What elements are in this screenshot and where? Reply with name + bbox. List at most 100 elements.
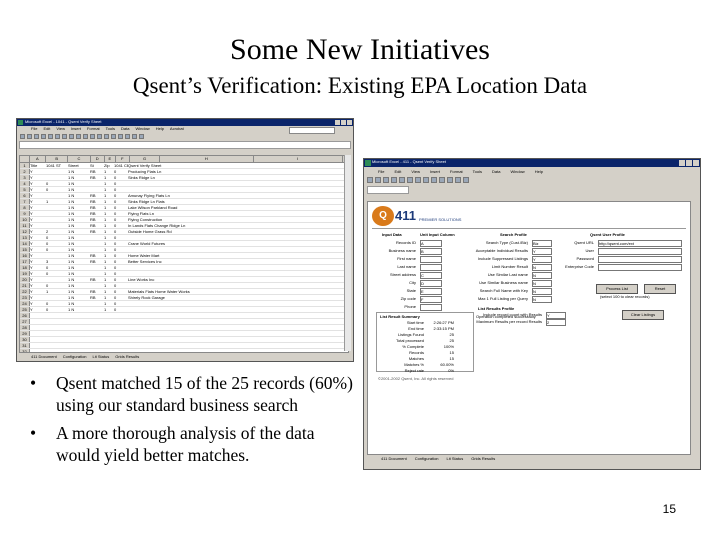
copy-icon[interactable]	[69, 133, 74, 139]
table-cell[interactable]	[46, 175, 68, 180]
table-cell[interactable]: Y	[30, 289, 46, 294]
table-cell[interactable]: RB	[90, 289, 104, 294]
table-cell[interactable]: Lake Wilson Parkland Road	[128, 205, 254, 210]
table-cell[interactable]: 1 N	[68, 307, 90, 312]
table-cell[interactable]	[46, 193, 68, 198]
table-cell[interactable]: 3	[46, 259, 68, 264]
table-cell[interactable]	[254, 319, 344, 324]
table-cell[interactable]: 1 N	[68, 193, 90, 198]
table-cell[interactable]: 0	[114, 205, 128, 210]
table-cell[interactable]	[114, 325, 128, 330]
save-icon[interactable]	[383, 177, 389, 183]
table-cell[interactable]	[254, 295, 344, 300]
table-cell[interactable]	[128, 349, 254, 352]
table-cell[interactable]: RB	[90, 193, 104, 198]
table-cell[interactable]	[254, 247, 344, 252]
table-cell[interactable]: 0	[114, 247, 128, 252]
clear-listings-button[interactable]: Clear Listings	[622, 310, 664, 320]
table-cell[interactable]: 1	[104, 247, 114, 252]
table-cell[interactable]: 1 N	[68, 241, 90, 246]
table-cell[interactable]: 1	[104, 265, 114, 270]
minimize-icon[interactable]	[335, 120, 340, 125]
search-profile-value[interactable]: Biz	[532, 240, 552, 247]
table-cell[interactable]	[68, 313, 90, 318]
table-cell[interactable]: 1 N	[68, 277, 90, 282]
table-cell[interactable]	[90, 235, 104, 240]
table-cell[interactable]	[90, 181, 104, 186]
table-cell[interactable]: 1 N	[68, 289, 90, 294]
table-cell[interactable]: RB	[90, 169, 104, 174]
table-cell[interactable]	[46, 313, 68, 318]
chart-icon[interactable]	[447, 177, 453, 183]
input-field-value[interactable]: C	[420, 272, 442, 279]
table-cell[interactable]	[254, 283, 344, 288]
table-cell[interactable]	[46, 223, 68, 228]
table-cell[interactable]: 0	[114, 235, 128, 240]
table-cell[interactable]	[254, 343, 344, 348]
bold-icon[interactable]	[118, 133, 123, 139]
table-cell[interactable]: 0	[114, 211, 128, 216]
table-cell[interactable]: 1	[104, 271, 114, 276]
table-cell[interactable]	[104, 349, 114, 352]
table-cell[interactable]: 1 N	[68, 199, 90, 204]
sheet-tab[interactable]: Configuration	[63, 354, 87, 360]
table-cell[interactable]	[254, 271, 344, 276]
italic-icon[interactable]	[463, 177, 469, 183]
table-cell[interactable]: 0	[114, 217, 128, 222]
table-cell[interactable]: Amunay Flying Flats Ln	[128, 193, 254, 198]
table-cell[interactable]	[90, 265, 104, 270]
left-excel-help-box[interactable]	[289, 127, 335, 134]
table-cell[interactable]: 0	[114, 265, 128, 270]
table-cell[interactable]	[114, 343, 128, 348]
left-excel-scrollbar[interactable]	[344, 155, 351, 351]
table-cell[interactable]: Y	[30, 205, 46, 210]
table-cell[interactable]	[90, 283, 104, 288]
menu-item[interactable]: Edit	[43, 126, 50, 132]
sort-icon[interactable]	[104, 133, 109, 139]
sheet-tab[interactable]: Grids Results	[471, 456, 495, 463]
table-cell[interactable]: 0	[114, 223, 128, 228]
table-cell[interactable]: Crane World Futures	[128, 241, 254, 246]
table-cell[interactable]	[90, 337, 104, 342]
table-cell[interactable]: 1	[104, 289, 114, 294]
column-header[interactable]: H	[160, 156, 254, 162]
table-cell[interactable]	[128, 271, 254, 276]
table-cell[interactable]: Producing Flats Ln	[128, 169, 254, 174]
table-cell[interactable]: Better Services Inc	[128, 259, 254, 264]
table-cell[interactable]	[46, 325, 68, 330]
table-cell[interactable]	[46, 169, 68, 174]
menu-item[interactable]: Window	[510, 169, 524, 174]
search-profile-value[interactable]: N	[532, 288, 552, 295]
table-cell[interactable]: Y	[30, 211, 46, 216]
user-profile-value[interactable]	[598, 256, 682, 263]
preview-icon[interactable]	[48, 133, 53, 139]
table-cell[interactable]: In Lands Flats Change Ridge Ln	[128, 223, 254, 228]
table-cell[interactable]: 0	[46, 283, 68, 288]
table-cell[interactable]	[68, 319, 90, 324]
menu-item[interactable]: File	[378, 169, 384, 174]
table-cell[interactable]	[90, 307, 104, 312]
table-cell[interactable]	[46, 217, 68, 222]
table-cell[interactable]: Title	[30, 163, 46, 168]
copy-icon[interactable]	[415, 177, 421, 183]
input-field-value[interactable]	[420, 304, 442, 311]
table-cell[interactable]: Y	[30, 283, 46, 288]
reset-button[interactable]: Reset	[644, 284, 676, 294]
table-cell[interactable]: 1	[104, 259, 114, 264]
table-cell[interactable]: 0	[46, 181, 68, 186]
menu-item[interactable]: Insert	[430, 169, 440, 174]
table-cell[interactable]: Qsent Verify Sheet	[128, 163, 254, 168]
table-cell[interactable]: 0	[114, 307, 128, 312]
table-cell[interactable]	[90, 319, 104, 324]
table-cell[interactable]: 0	[114, 199, 128, 204]
table-cell[interactable]: Line Works Inc	[128, 277, 254, 282]
table-cell[interactable]: 1 N	[68, 169, 90, 174]
table-cell[interactable]	[30, 337, 46, 342]
minimize-icon[interactable]	[679, 160, 685, 166]
maximize-icon[interactable]	[341, 120, 346, 125]
table-cell[interactable]	[104, 343, 114, 348]
table-cell[interactable]: Y	[30, 241, 46, 246]
table-cell[interactable]	[254, 205, 344, 210]
table-cell[interactable]	[114, 331, 128, 336]
table-cell[interactable]	[46, 343, 68, 348]
